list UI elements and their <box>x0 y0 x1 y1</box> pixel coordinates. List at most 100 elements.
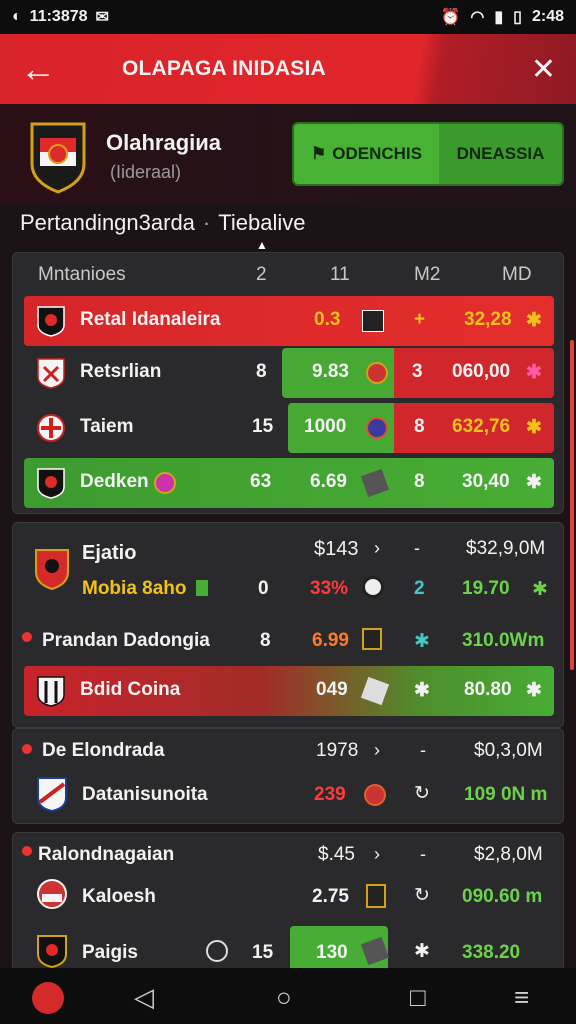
toggle-option-right[interactable]: DNEASSIA <box>439 124 562 184</box>
wifi-icon: ◠ <box>470 9 485 26</box>
match-name[interactable]: Datanisunoita <box>82 784 208 806</box>
live-dot-icon <box>22 632 32 642</box>
sub-value-1: 0 <box>258 578 269 599</box>
profile-header: Olahragiиa (Iideraal) ⚑ ODENCHIS DNEASSI… <box>0 104 576 204</box>
grid-icon <box>362 310 384 332</box>
ball-icon <box>364 784 386 806</box>
row-name: Retsrlian <box>80 361 162 382</box>
app-shortcut-icon[interactable] <box>32 982 64 1014</box>
row-value-2: 9.83 <box>312 361 349 382</box>
league-toggle[interactable]: ⚑ ODENCHIS DNEASSIA <box>292 122 564 186</box>
app-title: OLAPAGA INIDASIA <box>122 57 326 80</box>
dash-icon: - <box>420 844 426 864</box>
status-bar: ◐ 11:3878 ✉ ⏰ ◠ ▮ ▯ 2:48 <box>0 0 576 34</box>
club-badge-icon <box>37 468 65 499</box>
table-row[interactable]: Retsrlian 8 9.83 3 060,00 ✱ <box>24 348 554 398</box>
plus-icon: + <box>414 309 426 330</box>
refresh-icon[interactable]: ↻ <box>414 782 430 805</box>
dice-icon <box>360 676 390 706</box>
ball-icon <box>366 362 388 384</box>
sparkle-icon: ✱ <box>526 680 542 701</box>
row-value-3: 3 <box>412 361 423 382</box>
row-value-3: 8 <box>414 416 425 437</box>
row-name: Dedken <box>80 471 149 492</box>
match-name[interactable]: Kaloesh <box>82 886 156 908</box>
match-title[interactable]: De Elondrada <box>42 740 164 762</box>
back-nav-icon[interactable]: ◁ <box>134 982 154 1013</box>
section-title-right[interactable]: Tiebalive <box>218 210 305 235</box>
profile-name: Olahragiиa <box>106 130 222 155</box>
match-title[interactable]: Ralondnagaian <box>38 844 174 866</box>
alarm-icon: ⏰ <box>440 9 461 26</box>
row-value-2: 6.69 <box>310 471 347 492</box>
team-crest-icon <box>30 122 86 194</box>
notification-icon: ◐ <box>12 8 22 25</box>
row-value-1: 049 <box>316 679 348 700</box>
crest-small-icon <box>366 884 386 908</box>
chevron-right-icon[interactable]: › <box>374 538 380 559</box>
club-badge-icon <box>37 414 65 442</box>
toggle-left-label: ODENCHIS <box>332 144 422 163</box>
live-dot-icon <box>22 846 32 856</box>
toggle-option-left[interactable]: ⚑ ODENCHIS <box>294 124 439 184</box>
match-value-1: 15 <box>252 942 274 963</box>
chevron-right-icon[interactable]: › <box>374 740 380 761</box>
match-name[interactable]: Prandan Dadongia <box>42 630 210 652</box>
club-badge-icon <box>37 358 65 389</box>
home-nav-icon[interactable]: ○ <box>276 982 292 1013</box>
sub-percent: 33% <box>310 578 349 599</box>
sub-value-2: 2 <box>414 578 425 599</box>
sparkle-icon: ✱ <box>532 579 548 600</box>
section-title: Pertandingn3arda · Tiebalive <box>20 210 306 235</box>
crest-small-icon <box>362 628 382 650</box>
caret-up-icon: ▲ <box>256 238 268 252</box>
row-value-4: 30,40 <box>462 471 510 492</box>
club-badge-icon <box>37 935 67 968</box>
row-value-3: 80.80 <box>464 679 512 700</box>
match-value-2: 130 <box>316 942 348 963</box>
match-value-3: 090.60 m <box>462 886 543 907</box>
match-title[interactable]: Ejatio <box>82 542 136 565</box>
row-name: Bdid Coina <box>80 679 181 700</box>
club-badge-icon <box>35 549 69 590</box>
refresh-icon[interactable]: ↻ <box>414 884 430 907</box>
match-right-value: $0,3,0M <box>474 740 543 761</box>
match-right-value: $32,9,0M <box>466 538 546 559</box>
system-nav-bar: ◁ ○ □ ≡ <box>0 968 576 1024</box>
header-col3: M2 <box>414 264 441 285</box>
dash-icon: - <box>414 538 420 558</box>
sparkle-icon: ✱ <box>414 941 430 962</box>
table-row[interactable]: Dedken 63 6.69 8 30,40 ✱ <box>24 458 554 508</box>
row-value-1: 63 <box>250 471 272 492</box>
menu-icon[interactable]: ≡ <box>514 982 529 1013</box>
battery-icon: ▯ <box>513 9 522 26</box>
card-icon <box>360 468 390 498</box>
sub-value-3: 19.70 <box>462 578 510 599</box>
table-row[interactable]: Bdid Coina 049 ✱ 80.80 ✱ <box>24 666 554 716</box>
club-badge-icon <box>37 879 67 909</box>
close-icon[interactable]: ✕ <box>531 52 556 87</box>
mail-icon: ✉ <box>95 9 109 26</box>
row-value-4: 32,28 <box>464 309 512 330</box>
table-row[interactable]: Taiem 15 1000 8 632,76 ✱ <box>24 403 554 453</box>
app-bar: ← OLAPAGA INIDASIA ✕ <box>0 34 576 104</box>
back-arrow-icon[interactable]: ← <box>20 51 80 87</box>
match-value-1: 8 <box>260 630 271 651</box>
status-left-text: 11:3878 <box>29 8 88 25</box>
scrollbar[interactable] <box>570 340 574 670</box>
recents-nav-icon[interactable]: □ <box>410 982 426 1013</box>
dash-icon: - <box>420 740 426 760</box>
header-name: Mntanioes <box>38 264 126 285</box>
match-name[interactable]: Paigis <box>82 942 138 964</box>
row-value-3: 8 <box>414 471 425 492</box>
toggle-right-label: DNEASSIA <box>456 144 545 163</box>
chevron-right-icon[interactable]: › <box>374 844 380 865</box>
trophy-icon: ⚑ <box>311 144 327 163</box>
ball-icon <box>154 472 176 494</box>
table-row[interactable]: Retal Idanaleira 0.3 + 32,28 ✱ <box>24 296 554 346</box>
section-title-left[interactable]: Pertandingn3arda <box>20 210 195 235</box>
club-badge-icon <box>37 306 65 337</box>
match-price: $143 <box>314 538 359 560</box>
signal-icon: ▮ <box>494 9 504 26</box>
match-price: 1978 <box>316 740 359 761</box>
